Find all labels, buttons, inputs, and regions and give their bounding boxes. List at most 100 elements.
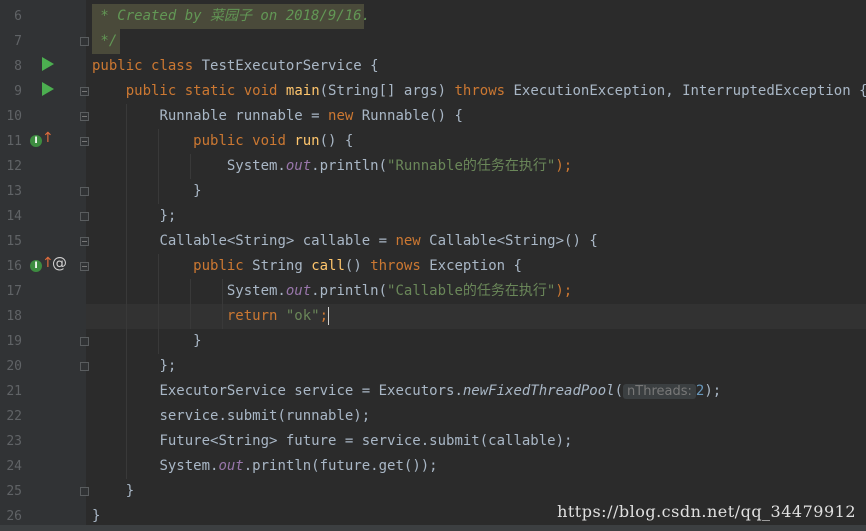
code-line-6: * Created by 菜园子 on 2018/9/16. bbox=[92, 4, 370, 29]
implements-icon[interactable]: I bbox=[30, 260, 42, 272]
code-text: ( bbox=[614, 383, 624, 399]
code-line-20: }; bbox=[92, 354, 176, 379]
static-method: newFixedThreadPool bbox=[462, 383, 615, 399]
override-arrow-icon[interactable]: ↑ bbox=[42, 131, 54, 145]
line-number: 25 bbox=[6, 484, 22, 499]
code-line-11: public void run() { bbox=[92, 129, 353, 154]
string-literal: "Runnable的任务在执行" bbox=[387, 158, 556, 174]
parameter-hint: nThreads: bbox=[623, 384, 696, 399]
run-arrow-icon[interactable] bbox=[42, 82, 54, 96]
line-number: 21 bbox=[6, 384, 22, 399]
keyword: public bbox=[125, 83, 185, 99]
code-text: Runnable runnable = bbox=[159, 108, 329, 124]
line-number: 9 bbox=[14, 84, 22, 99]
line-number: 12 bbox=[6, 159, 22, 174]
run-arrow-icon[interactable] bbox=[42, 57, 54, 71]
line-number: 19 bbox=[6, 334, 22, 349]
code-line-10: Runnable runnable = new Runnable() { bbox=[92, 104, 463, 129]
code-line-23: Future<String> future = service.submit(c… bbox=[92, 429, 572, 454]
code-text: () bbox=[344, 258, 371, 274]
keyword: new bbox=[328, 108, 362, 124]
class-name: TestExecutorService bbox=[201, 58, 362, 74]
code-text: ExecutorService service = Executors. bbox=[159, 383, 463, 399]
code-editor[interactable]: * Created by 菜园子 on 2018/9/16. */ public… bbox=[86, 0, 866, 531]
code-line-22: service.submit(runnable); bbox=[92, 404, 370, 429]
code-text: } bbox=[92, 508, 101, 524]
keyword: void bbox=[252, 133, 295, 149]
code-text: System. bbox=[226, 283, 286, 299]
static-field: out bbox=[285, 283, 312, 299]
static-field: out bbox=[218, 458, 244, 474]
method-name: run bbox=[294, 133, 320, 149]
code-text: Runnable() { bbox=[361, 108, 463, 124]
at-icon[interactable]: @ bbox=[52, 254, 67, 272]
keyword: public bbox=[92, 58, 152, 74]
keyword: throws bbox=[370, 258, 430, 274]
code-text: .println( bbox=[311, 158, 388, 174]
text-caret bbox=[328, 307, 330, 325]
code-line-21: ExecutorService service = Executors.newF… bbox=[92, 379, 721, 404]
code-line-19: } bbox=[92, 329, 202, 354]
string-literal: "Callable的任务在执行" bbox=[387, 283, 556, 299]
line-number: 10 bbox=[6, 109, 22, 124]
keyword: return bbox=[226, 308, 286, 324]
line-number: 11 bbox=[6, 134, 22, 149]
string-literal: "ok" bbox=[285, 308, 320, 324]
code-text: Exception { bbox=[429, 258, 522, 274]
keyword: class bbox=[151, 58, 202, 74]
static-field: out bbox=[285, 158, 312, 174]
code-text: } bbox=[193, 333, 202, 349]
code-text: } bbox=[193, 183, 202, 199]
code-line-7: */ bbox=[92, 29, 117, 54]
code-text: (String[] args) bbox=[319, 83, 455, 99]
code-text: .println( bbox=[311, 283, 388, 299]
code-text: { bbox=[361, 58, 379, 74]
watermark: https://blog.csdn.net/qq_34479912 bbox=[557, 502, 856, 521]
code-line-18: return "ok"; bbox=[92, 304, 330, 329]
code-text: Callable<String> callable = bbox=[159, 233, 396, 249]
code-line-24: System.out.println(future.get()); bbox=[92, 454, 437, 479]
code-text: }; bbox=[159, 208, 177, 224]
bottom-scroll-strip[interactable] bbox=[0, 525, 866, 531]
line-number: 24 bbox=[6, 459, 22, 474]
comment: * Created by 菜园子 on 2018/9/16. bbox=[92, 8, 371, 24]
code-line-14: }; bbox=[92, 204, 176, 229]
implements-icon[interactable]: I bbox=[30, 135, 42, 147]
line-number: 23 bbox=[6, 434, 22, 449]
keyword: public bbox=[193, 258, 253, 274]
code-line-13: } bbox=[92, 179, 202, 204]
line-number: 20 bbox=[6, 359, 22, 374]
keyword: new bbox=[395, 233, 430, 249]
line-number: 15 bbox=[6, 234, 22, 249]
code-text: () { bbox=[319, 133, 354, 149]
code-text: System. bbox=[159, 458, 219, 474]
code-text: service.submit(runnable); bbox=[159, 408, 371, 424]
keyword: public bbox=[193, 133, 253, 149]
comment: */ bbox=[92, 33, 118, 49]
line-number: 18 bbox=[6, 309, 22, 324]
code-text: ExecutionException, InterruptedException… bbox=[513, 83, 866, 99]
code-text: ); bbox=[704, 383, 722, 399]
line-number: 14 bbox=[6, 209, 22, 224]
line-number: 13 bbox=[6, 184, 22, 199]
code-text: Callable<String>() { bbox=[429, 233, 598, 249]
code-text: ; bbox=[319, 308, 329, 324]
code-text: Future<String> future = service.submit(c… bbox=[159, 433, 573, 449]
code-text: ); bbox=[555, 158, 573, 174]
code-text: }; bbox=[159, 358, 177, 374]
code-line-25: } bbox=[92, 479, 134, 504]
line-number: 17 bbox=[6, 284, 22, 299]
keyword: void bbox=[243, 83, 286, 99]
keyword: throws bbox=[454, 83, 514, 99]
